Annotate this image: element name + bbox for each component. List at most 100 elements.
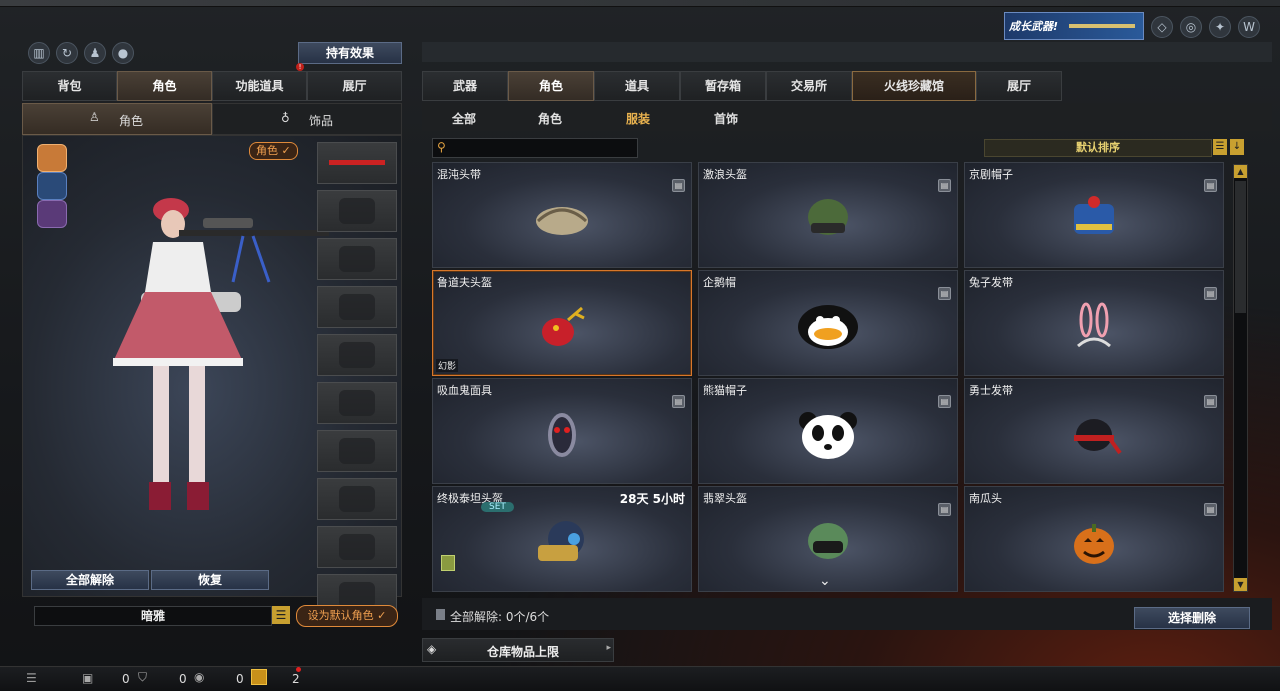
scroll-up-arrow[interactable]: ▲	[1234, 165, 1247, 178]
character-icon[interactable]: ♟	[84, 42, 106, 64]
bunny-ears-icon	[1077, 302, 1111, 348]
select-delete-button[interactable]: 选择删除	[1134, 607, 1250, 629]
search-box[interactable]: ⚲	[432, 138, 638, 158]
item-card[interactable]: 翡翠头盔 ▤ ⌄	[698, 486, 958, 592]
set-default-label: 设为默认角色	[307, 609, 374, 622]
holding-effects-button[interactable]: 持有效果	[298, 42, 402, 64]
tab-function-items[interactable]: 功能道具	[212, 71, 307, 101]
storage-limit-button[interactable]: ◈ 仓库物品上限 ▸	[422, 638, 614, 662]
target-icon[interactable]: ◎	[1180, 16, 1202, 38]
reindeer-helmet-icon	[542, 307, 585, 347]
growth-weapon-banner[interactable]: 成长武器!	[1004, 12, 1144, 40]
tab-weapons[interactable]: 武器	[422, 71, 508, 101]
tab-showroom[interactable]: 展厅	[307, 71, 402, 101]
search-input[interactable]	[453, 140, 635, 156]
lock-icon[interactable]: ▤	[938, 503, 951, 516]
slot-body[interactable]	[317, 286, 397, 328]
character-figure-icon: ♙	[89, 110, 100, 124]
shield-icon[interactable]: ◇	[1151, 16, 1173, 38]
subtab-jewelry[interactable]: 首饰	[684, 110, 768, 127]
set-default-character-button[interactable]: 设为默认角色 ✓	[296, 605, 398, 627]
chat-icon[interactable]: ◉	[194, 670, 204, 684]
scrollbar-thumb[interactable]	[1235, 181, 1246, 313]
wings-icon[interactable]	[37, 200, 67, 228]
green-helmet-icon	[808, 199, 848, 236]
restore-button[interactable]: 恢复	[151, 570, 269, 590]
subtab-all[interactable]: 全部	[422, 110, 506, 127]
lock-icon[interactable]: ▤	[938, 395, 951, 408]
shield-small-icon[interactable]: ⛉	[138, 670, 147, 685]
menu-list-icon[interactable]: ☰	[26, 671, 37, 685]
lock-icon[interactable]: ▤	[672, 395, 685, 408]
set-badge: SET	[481, 502, 514, 512]
goggles-icon[interactable]	[37, 172, 67, 200]
subtab-character[interactable]: ♙ 角色	[22, 103, 212, 135]
slot-leg[interactable]	[317, 478, 397, 520]
back-slot-icon	[339, 342, 375, 368]
body-slot-icon	[339, 294, 375, 320]
item-card[interactable]: 京剧帽子 ▤	[964, 162, 1224, 268]
item-card[interactable]: 熊猫帽子 ▤	[698, 378, 958, 484]
item-card[interactable]: 终极泰坦头盔 28天 5小时 SET	[432, 486, 692, 592]
gift-icon[interactable]	[251, 669, 267, 685]
scrollbar-track[interactable]: ▲ ▼	[1233, 164, 1248, 592]
slot-face[interactable]	[317, 238, 397, 280]
item-card[interactable]: 混沌头带 ▤	[432, 162, 692, 268]
item-card[interactable]: 企鹅帽 ▤	[698, 270, 958, 376]
sort-direction-icon[interactable]: ↓	[1230, 139, 1244, 155]
subtab-accessory[interactable]: ♁ 饰品	[212, 103, 402, 135]
item-card[interactable]: 兔子发带 ▤	[964, 270, 1224, 376]
item-card[interactable]: 吸血鬼面具 ▤	[432, 378, 692, 484]
count-2: 0	[179, 672, 187, 686]
star-icon[interactable]: ✦	[1209, 16, 1231, 38]
tab-role[interactable]: 角色	[508, 71, 594, 101]
item-card[interactable]: 激浪头盔 ▤	[698, 162, 958, 268]
unequip-all-button[interactable]: 全部解除	[31, 570, 149, 590]
heart-eye-icon[interactable]	[37, 144, 67, 172]
lock-icon[interactable]: ▤	[1204, 179, 1217, 192]
tab-showroom-right[interactable]: 展厅	[976, 71, 1062, 101]
item-name: 企鹅帽	[703, 276, 736, 289]
scroll-down-arrow[interactable]: ▼	[1234, 578, 1247, 591]
subtab-role[interactable]: 角色	[508, 110, 592, 127]
item-name: 激浪头盔	[703, 168, 747, 181]
item-card-selected[interactable]: 鲁道夫头盔 幻影	[432, 270, 692, 376]
bottom-bar: ☰ ▣ 0 ⛉ 0 ◉ 0 2	[0, 666, 1280, 691]
pet-icon[interactable]: ●	[112, 42, 134, 64]
tab-items[interactable]: 道具	[594, 71, 680, 101]
tab-storage[interactable]: 暂存箱	[680, 71, 766, 101]
bag-icon[interactable]: ▣	[82, 671, 93, 685]
slot-waist[interactable]	[317, 430, 397, 472]
list-view-icon[interactable]: ☰	[1213, 139, 1227, 155]
lock-icon[interactable]: ▤	[1204, 503, 1217, 516]
lock-icon[interactable]: ▤	[938, 179, 951, 192]
tab-collection[interactable]: 火线珍藏馆	[852, 71, 976, 101]
stats-icon[interactable]: ▥	[28, 42, 50, 64]
item-card[interactable]: 勇士发带 ▤	[964, 378, 1224, 484]
lock-icon[interactable]: ▤	[1204, 395, 1217, 408]
tab-exchange[interactable]: 交易所	[766, 71, 852, 101]
menu-icon[interactable]: ☰	[272, 606, 290, 624]
sort-dropdown[interactable]: 默认排序	[984, 139, 1212, 157]
search-icon: ⚲	[437, 140, 446, 154]
scroll-down-icon[interactable]: ⌄	[819, 573, 831, 589]
character-name-field[interactable]: 暗雅	[34, 606, 272, 626]
slot-gun-skin[interactable]	[317, 526, 397, 568]
tab-backpack[interactable]: 背包	[22, 71, 117, 101]
panda-hat-icon	[799, 412, 857, 460]
tab-character[interactable]: 角色	[117, 71, 212, 101]
lock-icon[interactable]: ▤	[938, 287, 951, 300]
penguin-icon	[798, 305, 858, 350]
slot-weapon[interactable]	[317, 142, 397, 184]
item-card[interactable]: 南瓜头 ▤	[964, 486, 1224, 592]
slot-back[interactable]	[317, 334, 397, 376]
slot-head[interactable]	[317, 190, 397, 232]
subtab-costume[interactable]: 服装	[596, 110, 680, 127]
refresh-icon[interactable]: ↻	[56, 42, 78, 64]
role-tag: 角色 ✓	[249, 142, 298, 160]
lock-icon[interactable]: ▤	[672, 179, 685, 192]
vip-icon[interactable]: W	[1238, 16, 1260, 38]
slot-hand[interactable]	[317, 382, 397, 424]
lock-icon[interactable]: ▤	[1204, 287, 1217, 300]
alert-icon: !	[296, 63, 304, 71]
